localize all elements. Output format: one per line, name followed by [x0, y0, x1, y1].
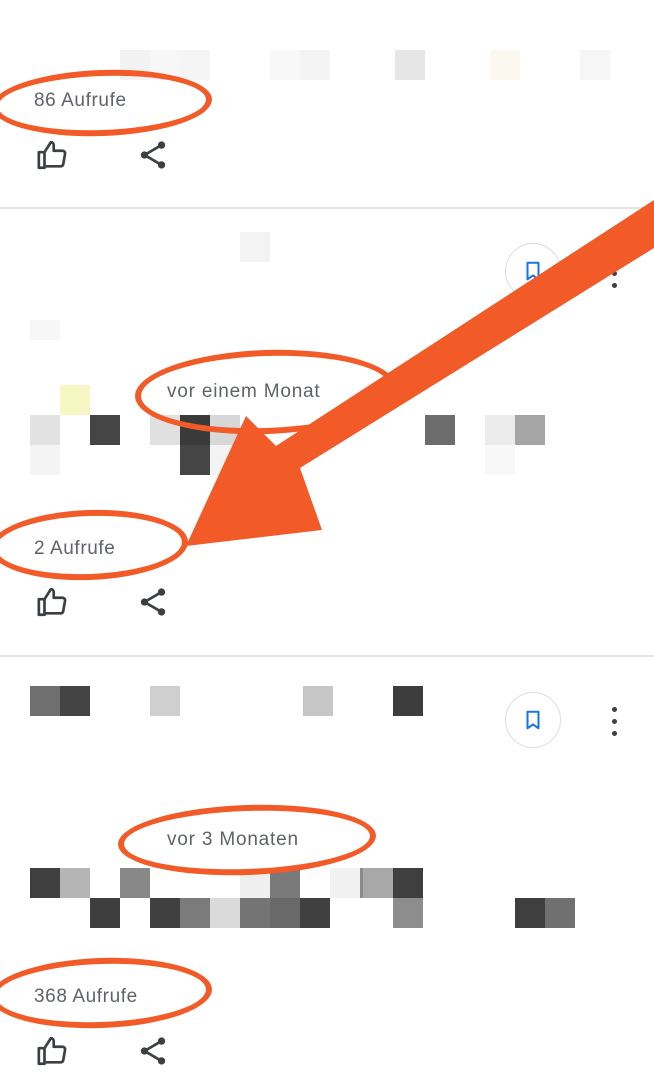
more-vert-icon[interactable]	[604, 703, 624, 739]
annotation-ring-views-3	[0, 954, 214, 1032]
censored-content	[0, 0, 654, 80]
bookmark-button[interactable]	[505, 692, 561, 748]
thumbs-up-icon[interactable]	[36, 1034, 70, 1068]
share-icon[interactable]	[136, 138, 170, 172]
share-icon[interactable]	[136, 1034, 170, 1068]
more-vert-icon[interactable]	[604, 255, 624, 291]
card-divider	[0, 207, 654, 209]
card-divider	[0, 655, 654, 657]
thumbs-up-icon[interactable]	[36, 585, 70, 619]
annotation-ring-views-2	[0, 506, 190, 584]
share-icon[interactable]	[136, 585, 170, 619]
bookmark-icon	[526, 261, 540, 281]
bookmark-icon	[526, 710, 540, 730]
bookmark-button[interactable]	[505, 243, 561, 299]
thumbs-up-icon[interactable]	[36, 138, 70, 172]
